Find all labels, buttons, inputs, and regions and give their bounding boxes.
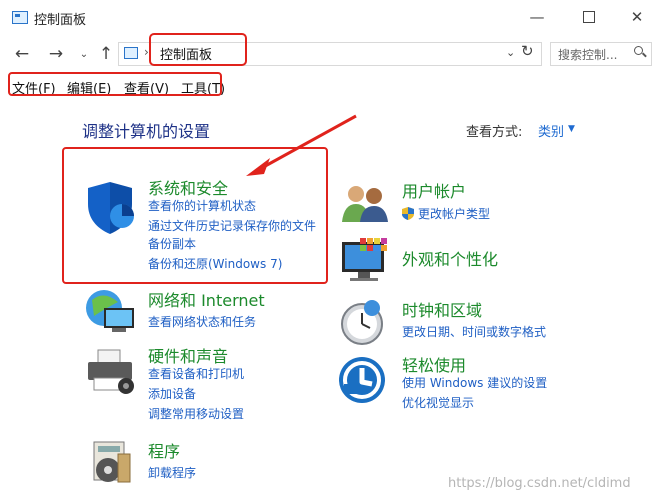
address-annotation-box [149, 33, 247, 66]
refresh-icon[interactable]: ↻ [521, 42, 534, 60]
maximize-button[interactable] [566, 0, 612, 34]
search-input[interactable]: 搜索控制... [558, 46, 617, 63]
link-optimize-visual-display[interactable]: 优化视觉显示 [402, 394, 474, 412]
minimize-icon: — [529, 8, 545, 26]
category-user-accounts[interactable]: 用户帐户 [402, 178, 466, 202]
category-clock-region[interactable]: 时钟和区域 [402, 297, 482, 321]
category-network-internet[interactable]: 网络和 Internet [148, 287, 265, 311]
uac-shield-icon [402, 207, 414, 220]
up-button[interactable]: ↑ [94, 42, 118, 66]
close-button[interactable]: ✕ [614, 0, 652, 34]
forward-arrow-icon: → [48, 44, 64, 64]
search-icon[interactable] [634, 46, 643, 55]
up-arrow-icon: ↑ [98, 44, 114, 64]
red-annotation-arrow [246, 114, 357, 176]
menu-annotation-box [8, 72, 222, 96]
view-by-dropdown[interactable]: 类别 [538, 121, 564, 140]
network-icon[interactable] [84, 286, 138, 336]
category-hardware-sound[interactable]: 硬件和声音 [148, 343, 228, 367]
link-devices-printers[interactable]: 查看设备和打印机 [148, 365, 244, 383]
recent-locations-button[interactable]: ⌄ [72, 42, 96, 66]
link-uninstall-program[interactable]: 卸载程序 [148, 464, 196, 482]
link-recommended-settings[interactable]: 使用 Windows 建议的设置 [402, 374, 547, 392]
programs-icon[interactable] [88, 438, 134, 488]
address-dropdown-icon[interactable]: ⌄ [506, 46, 515, 59]
close-icon: ✕ [630, 8, 644, 26]
watermark: https://blog.csdn.net/cldimd [448, 476, 631, 491]
minimize-button[interactable]: — [514, 0, 560, 34]
link-mobility-settings[interactable]: 调整常用移动设置 [148, 405, 244, 423]
appearance-icon[interactable] [340, 236, 390, 284]
maximize-icon [583, 11, 595, 23]
view-by-caret-icon[interactable]: ▼ [568, 124, 575, 134]
link-network-status[interactable]: 查看网络状态和任务 [148, 313, 256, 331]
control-panel-app-icon [12, 11, 28, 24]
category-appearance-personalization[interactable]: 外观和个性化 [402, 246, 498, 270]
chevron-down-icon: ⌄ [79, 48, 89, 60]
category-ease-of-access[interactable]: 轻松使用 [402, 352, 466, 376]
link-change-date-time-format[interactable]: 更改日期、时间或数字格式 [402, 323, 546, 341]
ease-of-access-icon[interactable] [338, 354, 388, 406]
clock-icon[interactable] [338, 298, 388, 348]
window-title: 控制面板 [34, 13, 87, 28]
control-panel-small-icon [124, 47, 138, 59]
back-button[interactable]: ← [10, 42, 34, 66]
page-heading: 调整计算机的设置 [82, 122, 211, 141]
back-arrow-icon: ← [14, 44, 30, 64]
forward-button[interactable]: → [44, 42, 68, 66]
link-change-account-type[interactable]: 更改帐户类型 [418, 205, 490, 223]
users-icon[interactable] [340, 180, 388, 224]
category-programs[interactable]: 程序 [148, 438, 180, 462]
printer-icon[interactable] [84, 348, 136, 396]
link-add-device[interactable]: 添加设备 [148, 385, 196, 403]
view-by-label: 查看方式: [466, 125, 523, 140]
